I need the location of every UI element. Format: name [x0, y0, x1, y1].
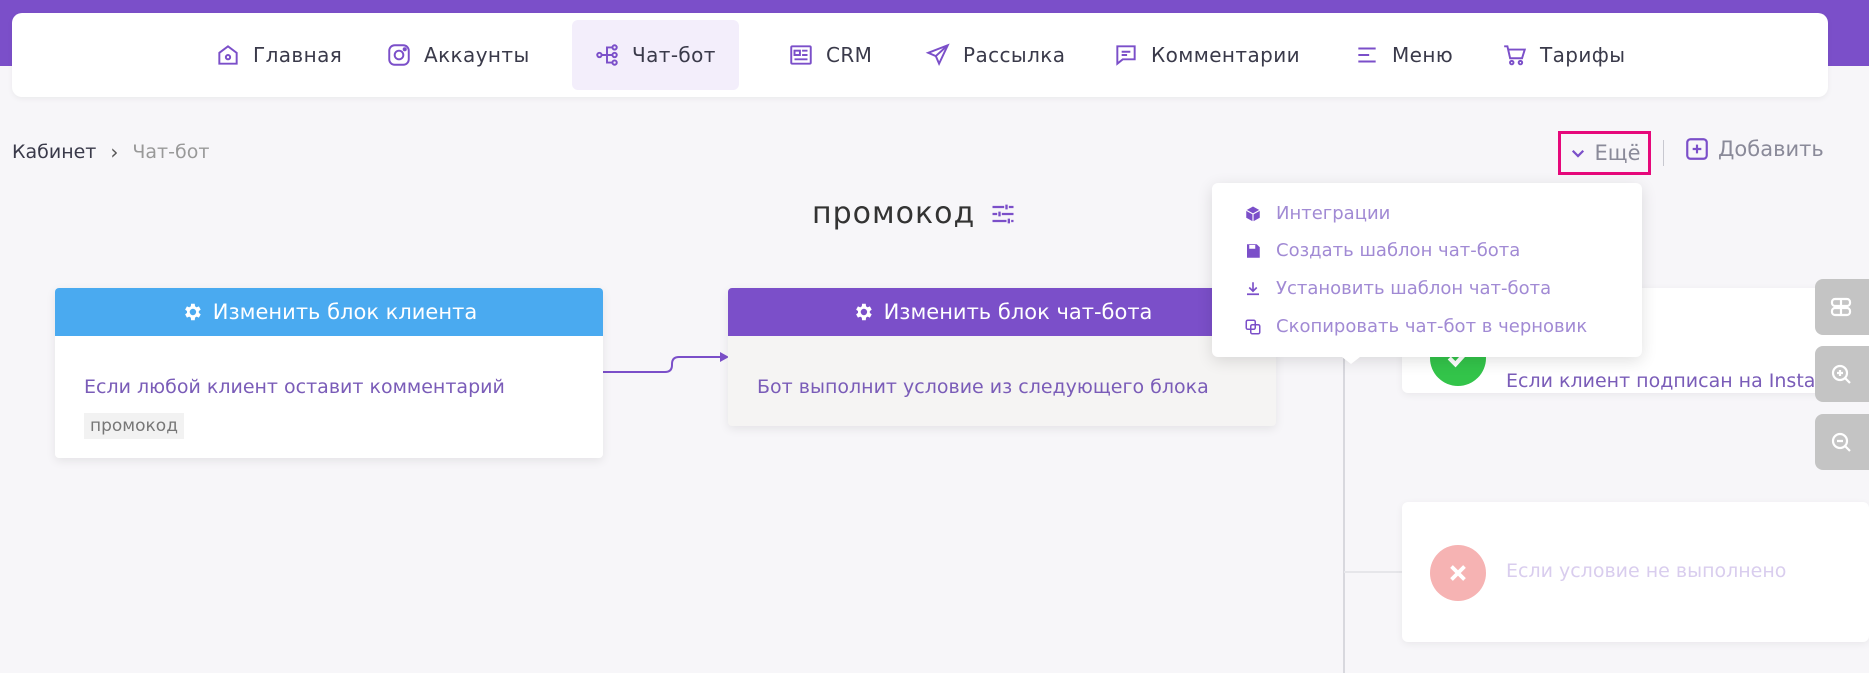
page-title: промокод: [812, 196, 1017, 231]
save-icon: [1247, 243, 1260, 258]
nav-label: Главная: [253, 43, 343, 67]
nav-item-menu[interactable]: Меню: [1354, 20, 1453, 90]
main-navbar: Главная Аккаунты Чат-бот CRM Рассылка Ко…: [12, 13, 1828, 97]
nav-item-crm[interactable]: CRM: [788, 20, 872, 90]
dropdown-item-install-template[interactable]: Установить шаблон чат-бота: [1244, 278, 1551, 299]
toolbar-divider: [1663, 140, 1664, 166]
breadcrumb-cabinet-link[interactable]: Кабинет: [12, 141, 96, 163]
fit-view-button[interactable]: [1815, 279, 1869, 335]
comment-icon: [1116, 45, 1136, 66]
settings-sliders-icon[interactable]: [989, 200, 1017, 228]
client-block-card: Изменить блок клиента Если любой клиент …: [55, 288, 603, 458]
zoom-out-button[interactable]: [1815, 414, 1869, 470]
x-circle-icon: [1430, 545, 1486, 601]
send-icon: [925, 43, 950, 67]
bot-block-body: Бот выполнит условие из следующего блока: [728, 336, 1276, 406]
copy-icon: [1245, 319, 1261, 334]
dropdown-pointer: [1333, 350, 1369, 364]
breadcrumb-current: Чат-бот: [132, 141, 210, 163]
page-title-text: промокод: [812, 196, 976, 231]
add-label: Добавить: [1718, 137, 1824, 161]
dropdown-item-label: Установить шаблон чат-бота: [1276, 278, 1552, 299]
more-label: Ещё: [1594, 141, 1641, 165]
nav-item-pricing[interactable]: Тарифы: [1502, 20, 1625, 90]
dropdown-item-copy-to-draft[interactable]: Скопировать чат-бот в черновик: [1244, 316, 1587, 337]
condition-no-card[interactable]: Если условие не выполнено: [1402, 502, 1869, 642]
gear-icon: [184, 303, 201, 321]
instagram-icon: [388, 44, 410, 66]
condition-yes-text: Если клиент подписан на Instagr: [1506, 370, 1836, 392]
nav-label: Тарифы: [1540, 43, 1626, 67]
nav-item-comments[interactable]: Комментарии: [1113, 20, 1300, 90]
dropdown-item-create-template[interactable]: Создать шаблон чат-бота: [1244, 240, 1520, 261]
nav-item-mailing[interactable]: Рассылка: [925, 20, 1065, 90]
nav-item-home[interactable]: Главная: [215, 20, 342, 90]
nav-label: Чат-бот: [632, 43, 716, 67]
edit-bot-block-button[interactable]: Изменить блок чат-бота: [728, 288, 1276, 336]
dropdown-item-integrations[interactable]: Интеграции: [1244, 203, 1390, 224]
more-button[interactable]: Ещё: [1558, 131, 1651, 175]
add-button[interactable]: Добавить: [1684, 136, 1824, 162]
chevron-down-icon: [1571, 149, 1584, 158]
nav-label: Меню: [1392, 43, 1454, 67]
dropdown-item-label: Скопировать чат-бот в черновик: [1276, 316, 1588, 337]
nav-label: Аккаунты: [424, 43, 530, 67]
nav-label: CRM: [826, 43, 873, 67]
client-block-text: Если любой клиент оставит комментарий: [84, 376, 505, 398]
more-dropdown-menu: Интеграции Создать шаблон чат-бота Устан…: [1212, 183, 1642, 357]
nav-label: Рассылка: [963, 43, 1066, 67]
nav-item-chatbot[interactable]: Чат-бот: [572, 20, 739, 90]
home-icon: [218, 45, 238, 65]
breadcrumb: Кабинет › Чат-бот: [12, 140, 209, 164]
nav-item-accounts[interactable]: Аккаунты: [386, 20, 530, 90]
condition-no-text: Если условие не выполнено: [1506, 560, 1787, 582]
nav-label: Комментарии: [1151, 43, 1300, 67]
zoom-in-icon: [1831, 364, 1851, 384]
gear-icon: [855, 303, 872, 321]
bot-block-card: Изменить блок чат-бота Бот выполнит усло…: [728, 288, 1276, 426]
menu-icon: [1358, 47, 1376, 63]
dropdown-item-label: Интеграции: [1276, 203, 1391, 224]
crm-icon: [790, 45, 812, 65]
edit-client-block-button[interactable]: Изменить блок клиента: [55, 288, 603, 336]
keyword-tag: промокод: [84, 413, 184, 439]
cart-icon: [1504, 45, 1527, 66]
dropdown-item-label: Создать шаблон чат-бота: [1276, 240, 1521, 261]
cube-icon: [1245, 206, 1261, 221]
layout-icon: [1830, 297, 1852, 317]
flow-icon: [596, 44, 618, 66]
zoom-out-icon: [1831, 432, 1851, 452]
download-icon: [1247, 281, 1259, 295]
client-block-body: Если любой клиент оставит комментарий пр…: [55, 336, 603, 444]
zoom-in-button[interactable]: [1815, 346, 1869, 402]
chevron-right-icon: ›: [110, 140, 119, 164]
plus-square-icon: [1686, 138, 1708, 160]
bot-block-header-label: Изменить блок чат-бота: [883, 300, 1153, 324]
bot-block-text: Бот выполнит условие из следующего блока: [757, 376, 1209, 398]
client-block-header-label: Изменить блок клиента: [212, 300, 478, 324]
